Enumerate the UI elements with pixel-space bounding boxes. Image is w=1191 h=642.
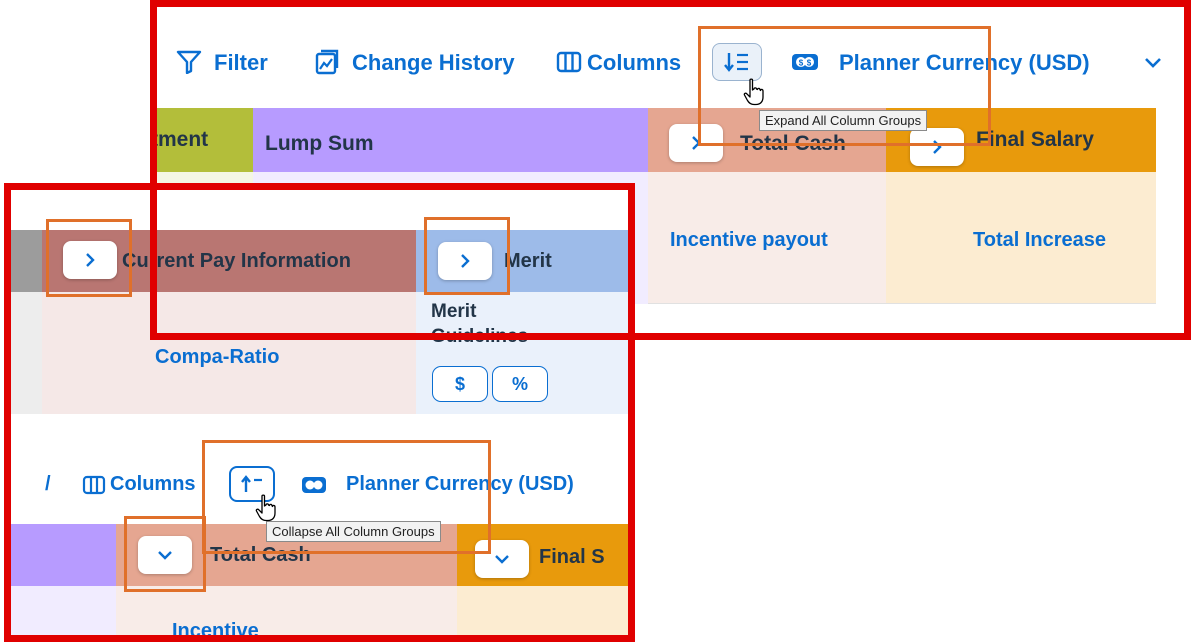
filter-icon[interactable] xyxy=(176,50,202,79)
expand-all-column-groups-button[interactable] xyxy=(712,43,762,81)
group-header-final-salary-2: Final S xyxy=(457,524,633,586)
group-header-merit: Merit xyxy=(416,230,633,292)
cell-lump-sum-2 xyxy=(9,586,116,642)
merit-guidelines-label-line2: Guidelines xyxy=(431,326,529,347)
bottom-toolbar: / Columns Planner Currency (USD) Collaps… xyxy=(9,414,633,542)
columns-button[interactable]: Columns xyxy=(110,473,196,496)
columns-button[interactable]: Columns xyxy=(587,50,681,76)
group-label-lump-sum: Lump Sum xyxy=(265,132,374,155)
chevron-down-icon xyxy=(158,551,172,560)
chevron-right-icon xyxy=(933,140,942,154)
toolbar-slash: / xyxy=(45,473,51,495)
group-header-adjustment: tment xyxy=(153,108,253,172)
percent-toggle[interactable]: % xyxy=(492,366,548,402)
change-history-button[interactable]: Change History xyxy=(352,50,515,76)
incentive-link[interactable]: Incentive xyxy=(172,620,259,642)
group-label-adjustment: tment xyxy=(153,128,209,151)
group-header-left-sliver xyxy=(9,230,42,292)
toolbar: Filter Change History Columns $ $ Planner… xyxy=(153,0,1191,131)
expand-all-icon xyxy=(724,53,748,72)
group-header-filler xyxy=(1156,108,1191,172)
chevron-down-icon[interactable] xyxy=(1144,56,1162,74)
group-header-current-pay: Current Pay Information xyxy=(42,230,416,292)
total-cash-collapse-button[interactable] xyxy=(138,536,192,574)
hand-cursor-icon xyxy=(255,494,277,527)
merit-expand-button[interactable] xyxy=(438,242,492,280)
hand-cursor-icon xyxy=(743,78,765,111)
group-header-lump-sum: Lump Sum xyxy=(253,108,648,172)
group-label-total-cash: Total Cash xyxy=(740,132,846,155)
incentive-payout-link[interactable]: Incentive payout xyxy=(670,229,828,252)
current-pay-expand-button[interactable] xyxy=(63,241,117,279)
group-label-final-salary: Final Salary xyxy=(976,128,1094,151)
cell-total-increase: Total Increase xyxy=(886,172,1156,304)
cell-compa-ratio: Compa-Ratio xyxy=(42,292,416,414)
total-increase-link[interactable]: Total Increase xyxy=(973,229,1106,252)
filter-button[interactable]: Filter xyxy=(214,50,268,76)
chevron-right-icon xyxy=(461,254,470,268)
group-label-merit: Merit xyxy=(504,250,552,272)
cell-left-sliver xyxy=(9,292,42,414)
cell-merit-guidelines: Merit Guidelines $ % xyxy=(416,292,633,414)
cell-incentive-payout: Incentive payout xyxy=(648,172,886,304)
chevron-down-icon xyxy=(495,555,509,564)
group-header-lump-sum-2 xyxy=(9,524,116,586)
collapse-all-icon xyxy=(241,475,262,492)
total-cash-expand-button[interactable] xyxy=(669,124,723,162)
bottom-top-blank xyxy=(9,186,633,230)
expand-tooltip: Expand All Column Groups xyxy=(759,110,928,131)
group-label-final-salary-2: Final S xyxy=(539,546,605,568)
planner-currency-button[interactable]: Planner Currency (USD) xyxy=(839,50,1090,76)
bottom-screenshot-panel: Current Pay Information Merit Compa-Rati… xyxy=(9,186,633,642)
final-salary-collapse-button[interactable] xyxy=(475,540,529,578)
columns-icon[interactable] xyxy=(556,51,582,78)
final-salary-expand-button[interactable] xyxy=(910,128,964,166)
collapse-tooltip: Collapse All Column Groups xyxy=(266,521,441,542)
chevron-right-icon xyxy=(692,136,701,150)
currency-icon[interactable]: $ $ xyxy=(790,51,820,78)
change-history-icon[interactable] xyxy=(313,48,341,81)
columns-icon[interactable] xyxy=(82,475,106,500)
cell-incentive-2: Incentive xyxy=(116,586,457,642)
group-label-total-cash-2: Total Cash xyxy=(210,544,311,566)
svg-text:$: $ xyxy=(799,59,804,68)
merit-guidelines-label-line1: Merit xyxy=(431,301,477,322)
group-label-current-pay: Current Pay Information xyxy=(122,250,351,272)
svg-text:$: $ xyxy=(807,59,812,68)
currency-icon[interactable] xyxy=(300,475,328,500)
chevron-right-icon xyxy=(86,253,95,267)
dollar-toggle[interactable]: $ xyxy=(432,366,488,402)
row-divider xyxy=(648,303,1156,304)
compa-ratio-link[interactable]: Compa-Ratio xyxy=(155,346,279,369)
planner-currency-button[interactable]: Planner Currency (USD) xyxy=(346,473,574,496)
cell-final-salary-2 xyxy=(457,586,633,642)
